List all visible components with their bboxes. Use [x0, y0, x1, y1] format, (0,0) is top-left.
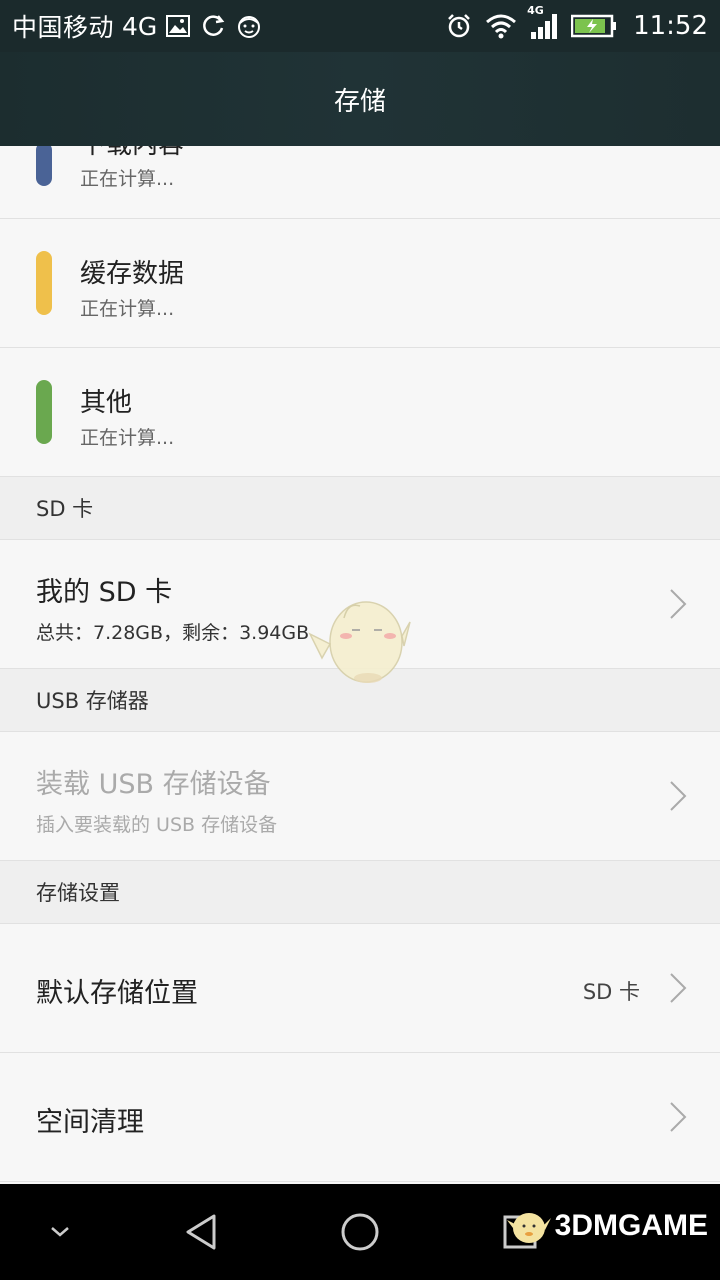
storage-item-title: 其他	[80, 388, 133, 418]
storage-item-other[interactable]: 其他 正在计算...	[0, 348, 720, 477]
watermark-text: 3DMGAME	[554, 1209, 708, 1242]
signal-icon: 4G	[527, 4, 559, 40]
storage-item-title: 缓存数据	[80, 259, 185, 289]
chevron-right-icon	[670, 973, 687, 1003]
color-indicator	[36, 251, 52, 315]
storage-item-cache[interactable]: 缓存数据 正在计算...	[0, 219, 720, 348]
default-storage-location-item[interactable]: 默认存储位置 SD 卡	[0, 924, 720, 1053]
mount-usb-storage-item[interactable]: 装载 USB 存储设备 插入要装载的 USB 存储设备	[0, 732, 720, 861]
color-indicator	[36, 146, 52, 186]
my-sd-card-item[interactable]: 我的 SD 卡 总共：7.28GB，剩余：3.94GB	[0, 540, 720, 669]
back-icon	[186, 1214, 216, 1250]
face-icon	[235, 12, 263, 40]
chevron-right-icon	[670, 1102, 687, 1132]
home-button[interactable]	[336, 1208, 384, 1256]
battery-charging-icon	[571, 13, 617, 39]
storage-list[interactable]: 下载内容 正在计算... 缓存数据 正在计算... 其他 正在计算... SD …	[0, 146, 720, 1184]
storage-item-downloads[interactable]: 下载内容 正在计算...	[0, 146, 720, 219]
alarm-icon	[445, 12, 473, 40]
sd-card-capacity: 总共：7.28GB，剩余：3.94GB	[36, 622, 310, 644]
sd-card-title: 我的 SD 卡	[36, 577, 173, 608]
storage-item-subtitle: 正在计算...	[80, 168, 175, 190]
back-button[interactable]	[176, 1208, 224, 1256]
storage-item-title: 下载内容	[80, 146, 184, 161]
default-storage-location-label: 默认存储位置	[36, 978, 198, 1009]
color-indicator	[36, 380, 52, 444]
space-cleanup-item[interactable]: 空间清理	[0, 1053, 720, 1182]
page-title: 存储	[333, 86, 386, 117]
hide-nav-button[interactable]	[36, 1208, 84, 1256]
chevron-right-icon	[670, 589, 687, 619]
wifi-icon	[485, 12, 517, 40]
signal-network-badge: 4G	[527, 4, 544, 17]
network-type: 4G	[122, 11, 158, 41]
watermark-logo-icon	[506, 1213, 551, 1243]
site-watermark: 3DMGAME	[506, 1204, 708, 1248]
app-bar: 存储	[0, 52, 720, 146]
carrier-name: 中国移动	[12, 13, 115, 42]
mount-usb-title: 装载 USB 存储设备	[36, 769, 271, 800]
image-icon	[165, 13, 191, 39]
clock: 11:52	[633, 11, 708, 41]
section-header-usb: USB 存储器	[0, 669, 720, 732]
chevron-right-icon	[670, 781, 687, 811]
status-right: 4G 11:52	[445, 4, 708, 41]
navigation-bar: 3DMGAME	[0, 1184, 720, 1280]
sync-icon	[199, 12, 227, 40]
storage-item-subtitle: 正在计算...	[80, 427, 175, 449]
hide-nav-icon	[51, 1227, 69, 1237]
section-header-storage-settings: 存储设置	[0, 861, 720, 924]
mount-usb-subtitle: 插入要装载的 USB 存储设备	[36, 814, 278, 836]
home-icon	[341, 1213, 379, 1251]
storage-item-subtitle: 正在计算...	[80, 298, 175, 320]
section-header-sd-card: SD 卡	[0, 477, 720, 540]
status-left: 中国移动 4G	[12, 8, 445, 44]
default-storage-location-value: SD 卡	[582, 980, 640, 1004]
status-bar: 中国移动 4G 4G 11:52	[0, 0, 720, 52]
space-cleanup-label: 空间清理	[36, 1107, 144, 1138]
